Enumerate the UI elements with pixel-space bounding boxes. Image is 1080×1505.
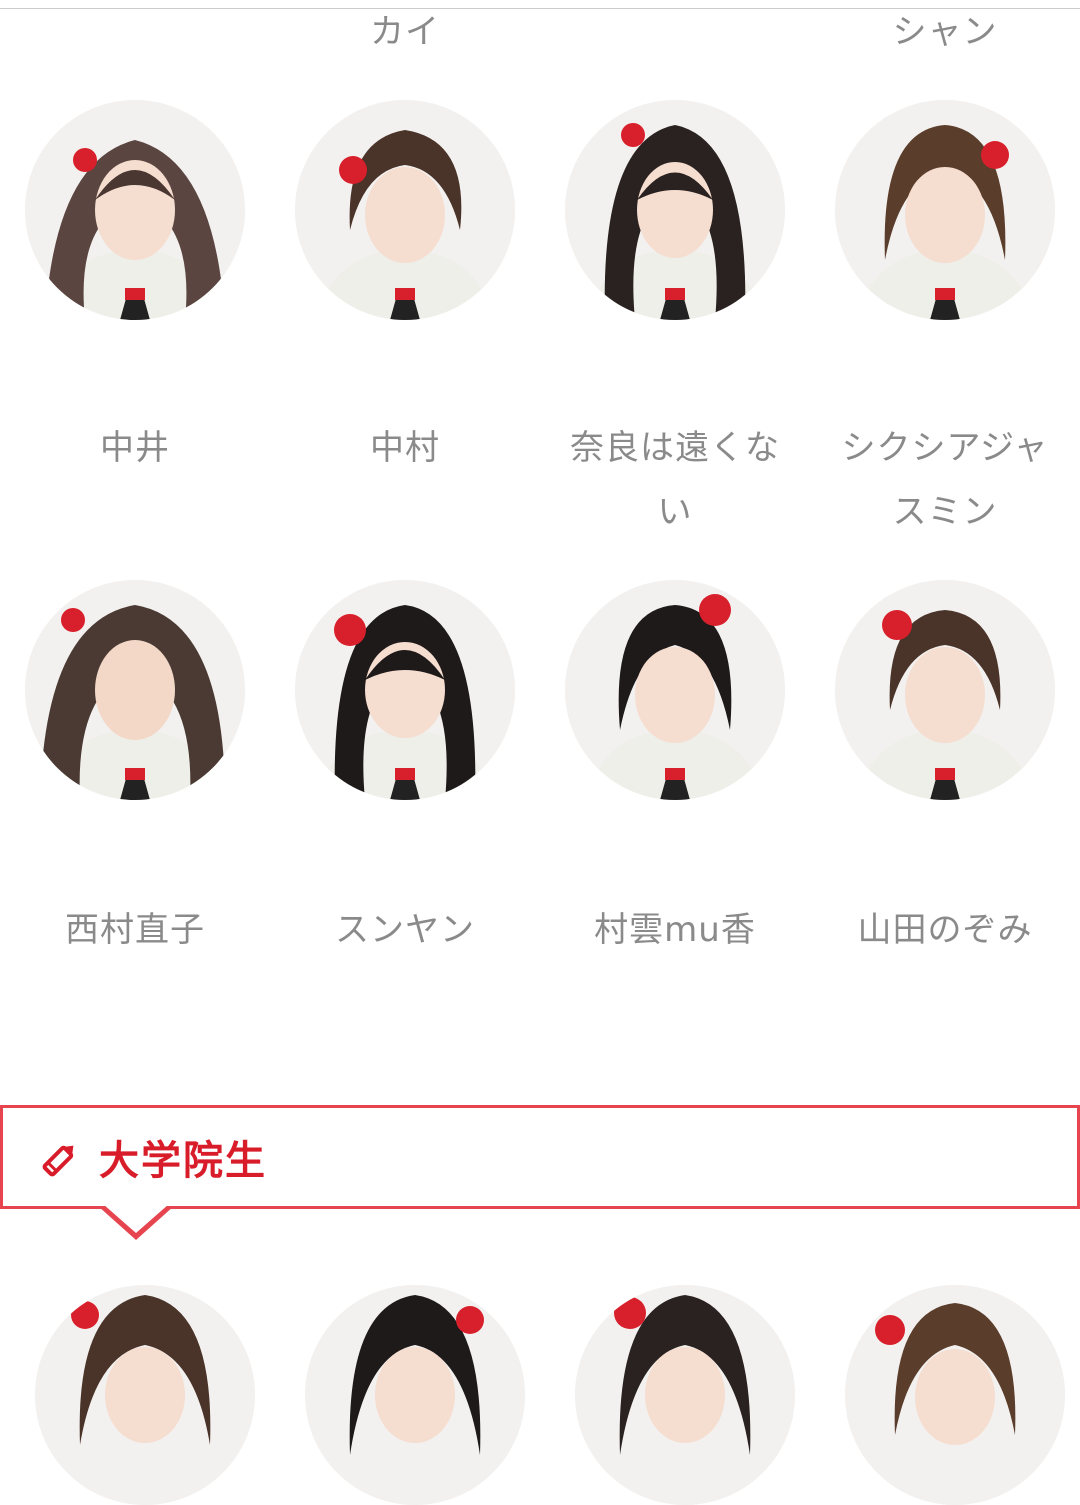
- member-name[interactable]: シクシアジャ: [830, 416, 1060, 480]
- member-portrait-icon: [305, 1285, 525, 1505]
- member-portrait-icon: [295, 580, 515, 800]
- member-photo[interactable]: [295, 580, 515, 800]
- member-photo[interactable]: [25, 580, 245, 800]
- member-photo[interactable]: [565, 580, 785, 800]
- member-photo[interactable]: [25, 100, 245, 320]
- member-portrait-icon: [835, 100, 1055, 320]
- member-name[interactable]: 中井: [20, 416, 250, 480]
- member-portrait-icon: [565, 580, 785, 800]
- member-name[interactable]: 山田のぞみ: [830, 898, 1060, 962]
- member-name[interactable]: 西村直子: [20, 898, 250, 962]
- member-photo[interactable]: [835, 580, 1055, 800]
- member-portrait-icon: [835, 580, 1055, 800]
- member-name-partial[interactable]: シャン: [830, 0, 1060, 64]
- member-name[interactable]: 中村: [290, 416, 520, 480]
- member-name[interactable]: 奈良は遠くな: [560, 416, 790, 480]
- member-portrait-icon: [575, 1285, 795, 1505]
- member-photo[interactable]: [35, 1285, 255, 1505]
- section-title: 大学院生: [99, 1138, 267, 1184]
- member-photo[interactable]: [305, 1285, 525, 1505]
- member-portrait-icon: [35, 1285, 255, 1505]
- member-name-partial[interactable]: カイ: [290, 0, 520, 64]
- member-photo[interactable]: [835, 100, 1055, 320]
- member-photo[interactable]: [575, 1285, 795, 1505]
- member-portrait-icon: [565, 100, 785, 320]
- member-name-continued[interactable]: スミン: [830, 480, 1060, 544]
- member-photo[interactable]: [295, 100, 515, 320]
- member-portrait-icon: [25, 100, 245, 320]
- member-name-continued[interactable]: い: [560, 480, 790, 544]
- member-portrait-icon: [25, 580, 245, 800]
- member-photo[interactable]: [845, 1285, 1065, 1505]
- section-header: 大学院生: [0, 1105, 1080, 1209]
- member-name[interactable]: スンヤン: [290, 898, 520, 962]
- section-pointer-inner: [103, 1204, 169, 1233]
- member-portrait-icon: [845, 1285, 1065, 1505]
- member-photo[interactable]: [565, 100, 785, 320]
- member-portrait-icon: [295, 100, 515, 320]
- pencil-icon: [42, 1145, 74, 1177]
- member-name[interactable]: 村雲mu香: [560, 898, 790, 962]
